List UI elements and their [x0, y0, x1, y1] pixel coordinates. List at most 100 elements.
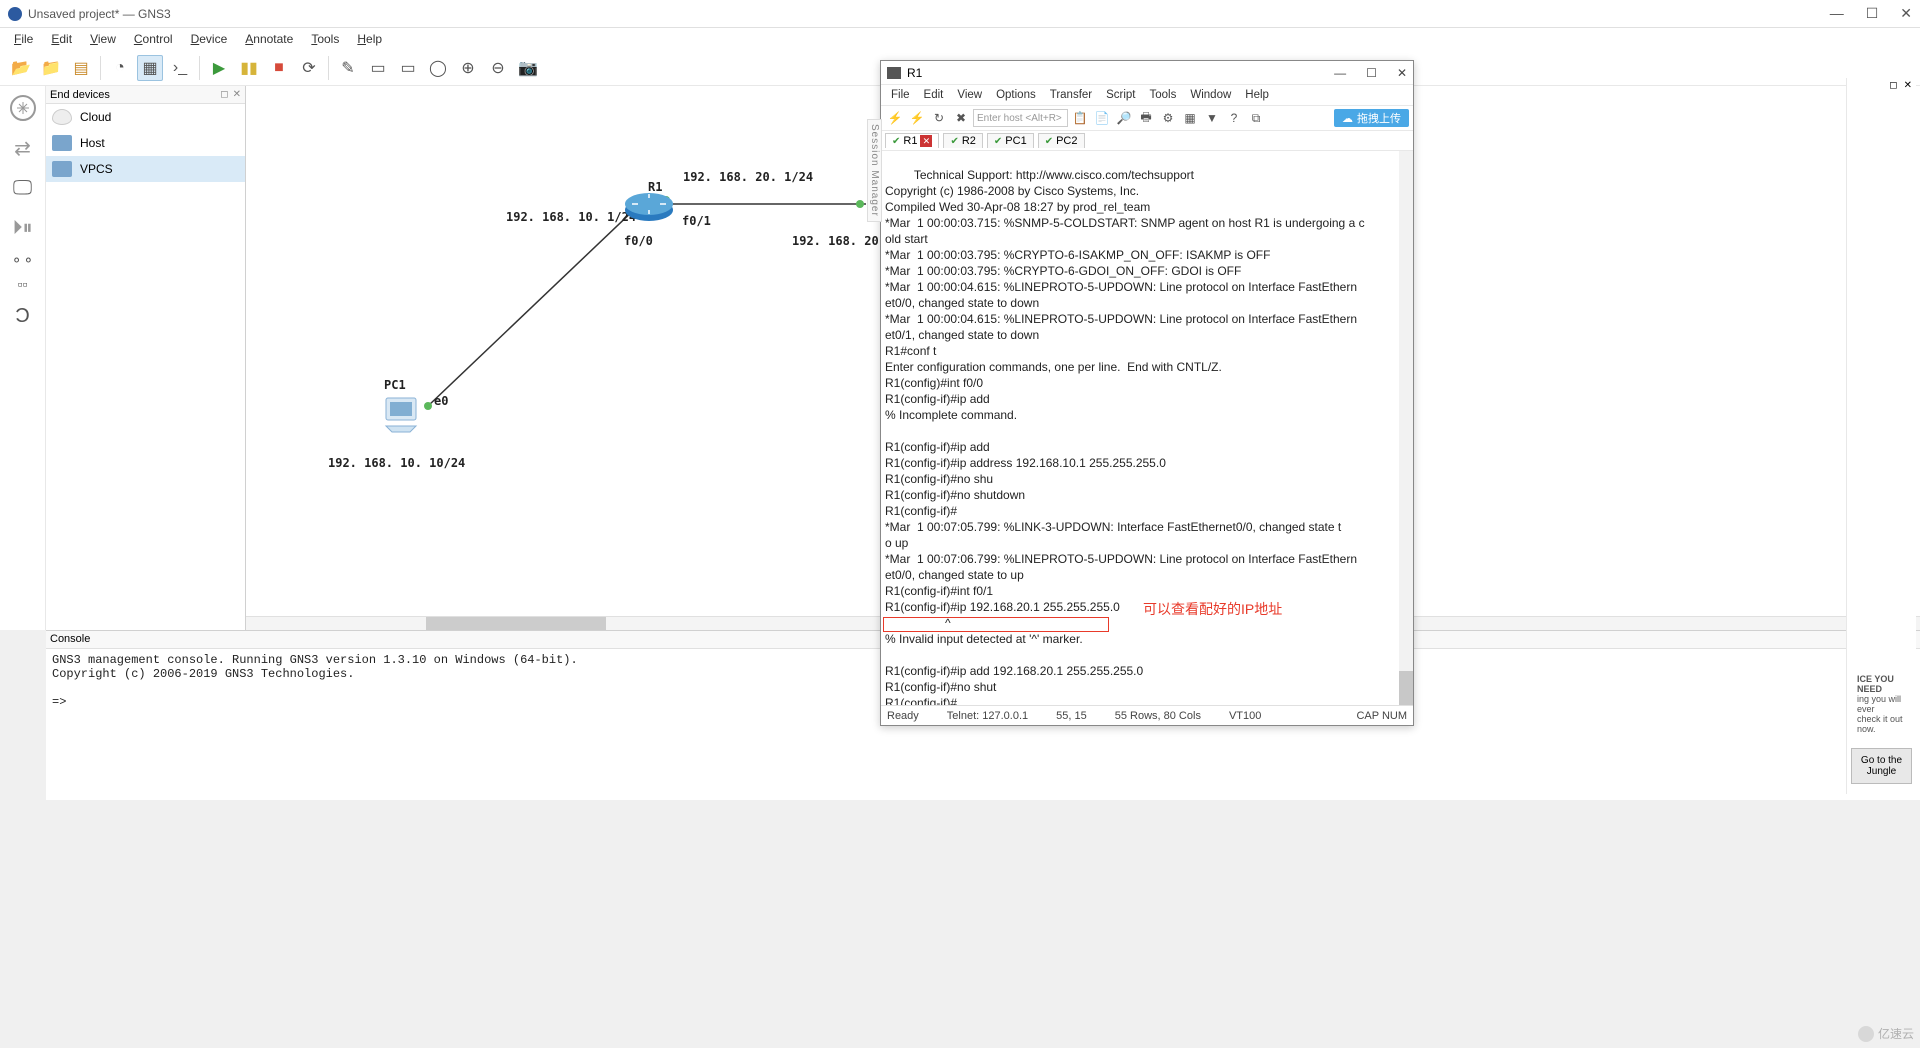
- status-cursor: 55, 15: [1056, 710, 1087, 722]
- terminal-close-button[interactable]: ✕: [1397, 66, 1407, 80]
- term-windows-icon[interactable]: ▦: [1180, 108, 1200, 128]
- term-print-icon[interactable]: 🖶: [1136, 108, 1156, 128]
- terminal-tab-pc2[interactable]: ✔PC2: [1038, 133, 1085, 148]
- menu-annotate[interactable]: Annotate: [237, 30, 301, 48]
- open-recent-icon[interactable]: 📁: [38, 55, 64, 81]
- window-maximize-button[interactable]: ☐: [1866, 5, 1879, 22]
- grid-toggle-icon[interactable]: ▦: [137, 55, 163, 81]
- terminal-tab-r2[interactable]: ✔R2: [943, 133, 982, 148]
- add-link-icon[interactable]: Ɔ: [5, 298, 41, 334]
- window-close-button[interactable]: ✕: [1900, 5, 1912, 22]
- routers-category-icon[interactable]: [5, 90, 41, 126]
- end-devices-category-icon[interactable]: 🖵: [5, 170, 41, 206]
- terminal-titlebar[interactable]: R1 — ☐ ✕: [881, 61, 1413, 85]
- term-help-icon[interactable]: ?: [1224, 108, 1244, 128]
- menu-view[interactable]: View: [82, 30, 124, 48]
- terminal-tab-r1[interactable]: ✔R1✕: [885, 133, 939, 148]
- right-panel-close-icon[interactable]: ✕: [1904, 80, 1912, 91]
- main-titlebar: Unsaved project* — GNS3 — ☐ ✕: [0, 0, 1920, 28]
- menu-device[interactable]: Device: [183, 30, 236, 48]
- term-menu-edit[interactable]: Edit: [918, 88, 950, 102]
- device-item-vpcs[interactable]: VPCS: [46, 156, 245, 182]
- end-devices-panel-header: End devices ◻✕: [46, 86, 245, 104]
- menu-edit[interactable]: Edit: [43, 30, 80, 48]
- panel-float-icon[interactable]: ◻: [220, 89, 228, 100]
- term-host-input[interactable]: Enter host <Alt+R>: [973, 109, 1068, 127]
- pause-all-icon[interactable]: ▮▮: [236, 55, 262, 81]
- zoom-in-icon[interactable]: ⊕: [455, 55, 481, 81]
- terminal-icon: [887, 67, 901, 79]
- check-icon: ✔: [950, 136, 958, 147]
- router-r1-node[interactable]: [624, 190, 674, 222]
- subnet-right-label: 192. 168. 20. 1/24: [683, 170, 813, 184]
- term-settings-icon[interactable]: ⚙: [1158, 108, 1178, 128]
- interface-f00-label: f0/0: [624, 234, 653, 248]
- term-menu-help[interactable]: Help: [1239, 88, 1275, 102]
- terminal-output[interactable]: Technical Support: http://www.cisco.com/…: [881, 151, 1413, 705]
- term-find-icon[interactable]: 🔎: [1114, 108, 1134, 128]
- panel-close-icon[interactable]: ✕: [233, 89, 241, 100]
- menu-tools[interactable]: Tools: [303, 30, 347, 48]
- terminal-minimize-button[interactable]: —: [1334, 66, 1346, 80]
- terminal-vertical-scrollbar[interactable]: [1399, 151, 1413, 705]
- check-icon: ✔: [892, 136, 900, 147]
- go-to-jungle-button[interactable]: Go to the Jungle: [1851, 748, 1912, 784]
- term-copy-icon[interactable]: 📋: [1070, 108, 1090, 128]
- term-toggle-icon[interactable]: ⧉: [1246, 108, 1266, 128]
- term-menu-tools[interactable]: Tools: [1144, 88, 1183, 102]
- stop-all-icon[interactable]: ■: [266, 55, 292, 81]
- status-term-type: VT100: [1229, 710, 1261, 722]
- terminal-window-r1[interactable]: Session Manager R1 — ☐ ✕ File Edit View …: [880, 60, 1414, 726]
- open-project-icon[interactable]: 📂: [8, 55, 34, 81]
- term-menu-options[interactable]: Options: [990, 88, 1042, 102]
- window-minimize-button[interactable]: —: [1830, 5, 1844, 22]
- menu-help[interactable]: Help: [349, 30, 390, 48]
- right-side-panel: ◻ ✕ ICE YOU NEED ing you will ever check…: [1846, 78, 1916, 794]
- term-disconnect-icon[interactable]: ⚡: [907, 108, 927, 128]
- pc1-label: PC1: [384, 378, 406, 392]
- pc1-node[interactable]: [380, 394, 422, 434]
- tab-close-icon[interactable]: ✕: [920, 135, 932, 147]
- device-item-host[interactable]: Host: [46, 130, 245, 156]
- term-filter-icon[interactable]: ▼: [1202, 108, 1222, 128]
- screenshot-icon[interactable]: 📷: [515, 55, 541, 81]
- term-reconnect-icon[interactable]: ↻: [929, 108, 949, 128]
- annotation-text: 可以查看配好的IP地址: [1143, 601, 1282, 619]
- check-icon: ✔: [1045, 136, 1053, 147]
- devices-small-icon[interactable]: ▫▫: [5, 274, 41, 294]
- term-menu-file[interactable]: File: [885, 88, 916, 102]
- snapshot-icon[interactable]: ◔: [107, 55, 133, 81]
- term-menu-script[interactable]: Script: [1100, 88, 1141, 102]
- term-connect-icon[interactable]: ⚡: [885, 108, 905, 128]
- right-panel-float-icon[interactable]: ◻: [1889, 80, 1897, 91]
- start-all-icon[interactable]: ▶: [206, 55, 232, 81]
- new-blank-icon[interactable]: ▤: [68, 55, 94, 81]
- draw-ellipse-icon[interactable]: ◯: [425, 55, 451, 81]
- menu-control[interactable]: Control: [126, 30, 181, 48]
- term-menu-transfer[interactable]: Transfer: [1044, 88, 1098, 102]
- draw-rect-icon[interactable]: ▭: [395, 55, 421, 81]
- terminal-tabs: ✔R1✕ ✔R2 ✔PC1 ✔PC2: [881, 131, 1413, 151]
- term-menu-window[interactable]: Window: [1184, 88, 1237, 102]
- reload-all-icon[interactable]: ⟳: [296, 55, 322, 81]
- pc1-iface-label: e0: [434, 394, 448, 408]
- security-category-icon[interactable]: ⏵⏸: [5, 210, 41, 246]
- draw-image-icon[interactable]: ▭: [365, 55, 391, 81]
- check-icon: ✔: [994, 136, 1002, 147]
- console-all-icon[interactable]: ›_: [167, 55, 193, 81]
- term-upload-button[interactable]: ☁拖拽上传: [1334, 109, 1409, 127]
- switches-category-icon[interactable]: ⇄: [5, 130, 41, 166]
- term-paste-icon[interactable]: 📄: [1092, 108, 1112, 128]
- menu-file[interactable]: File: [6, 30, 41, 48]
- subnet-left-label: 192. 168. 10. 1/24: [506, 210, 636, 224]
- add-note-icon[interactable]: ✎: [335, 55, 361, 81]
- terminal-maximize-button[interactable]: ☐: [1366, 66, 1377, 80]
- all-devices-icon[interactable]: ⚬⚬: [5, 250, 41, 270]
- watermark: 亿速云: [1858, 1025, 1914, 1042]
- session-manager-tab[interactable]: Session Manager: [867, 119, 882, 222]
- term-menu-view[interactable]: View: [951, 88, 988, 102]
- zoom-out-icon[interactable]: ⊖: [485, 55, 511, 81]
- terminal-tab-pc1[interactable]: ✔PC1: [987, 133, 1034, 148]
- term-cross-icon[interactable]: ✖: [951, 108, 971, 128]
- device-item-cloud[interactable]: Cloud: [46, 104, 245, 130]
